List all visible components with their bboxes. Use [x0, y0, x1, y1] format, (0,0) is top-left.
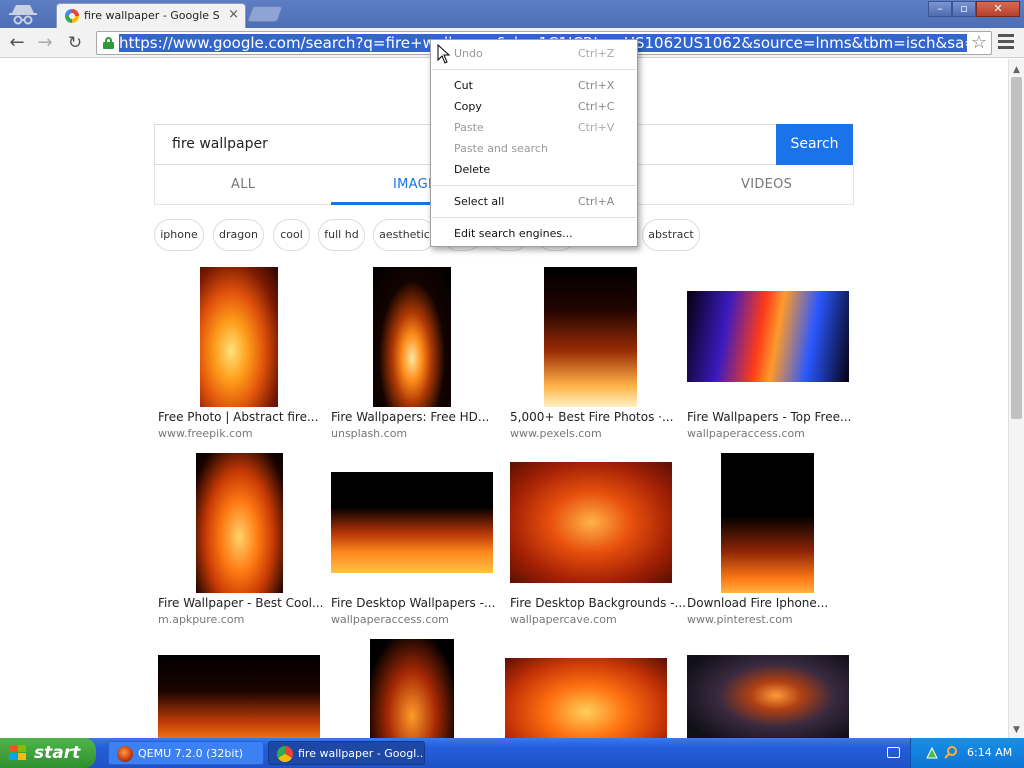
result-source: wallpapercave.com	[510, 613, 617, 626]
menu-item-label: Delete	[454, 163, 491, 176]
menu-item-select-all[interactable]: Select all Ctrl+A	[431, 191, 637, 212]
bookmark-star-icon[interactable]: ☆	[971, 33, 987, 53]
scroll-up-arrow-icon[interactable]: ▲	[1013, 65, 1020, 75]
mouse-pointer-icon	[437, 44, 451, 64]
menu-item-shortcut: Ctrl+Z	[578, 47, 615, 60]
chip-cool[interactable]: cool	[273, 219, 310, 251]
result-title[interactable]: Free Photo | Abstract fire...	[158, 410, 318, 424]
menu-separator	[432, 69, 636, 70]
search-tray-icon[interactable]	[944, 745, 958, 759]
scrollbar-thumb[interactable]	[1011, 77, 1022, 419]
menu-item-copy[interactable]: Copy Ctrl+C	[431, 96, 637, 117]
qemu-icon	[117, 746, 133, 762]
chip-aesthetic[interactable]: aesthetic	[373, 219, 436, 251]
tab-title: fire wallpaper - Google Search	[84, 9, 219, 22]
minimize-button[interactable]: –	[928, 1, 952, 17]
result-thumbnail[interactable]	[544, 267, 637, 407]
incognito-icon	[9, 5, 37, 25]
menu-item-delete[interactable]: Delete	[431, 159, 637, 180]
google-favicon-icon	[65, 9, 79, 23]
result-title[interactable]: Fire Desktop Backgrounds -...	[510, 596, 686, 610]
menu-separator	[432, 217, 636, 218]
menu-item-shortcut: Ctrl+V	[578, 121, 615, 134]
menu-item-label: Undo	[454, 47, 483, 60]
result-thumbnail[interactable]	[510, 462, 672, 583]
menu-item-label: Select all	[454, 195, 505, 208]
result-source: www.pinterest.com	[687, 613, 793, 626]
scroll-down-arrow-icon[interactable]: ▼	[1013, 725, 1020, 735]
menu-item-shortcut: Ctrl+C	[578, 100, 615, 113]
network-icon[interactable]	[925, 746, 939, 760]
tab-videos[interactable]: VIDEOS	[741, 177, 792, 192]
menu-item-undo[interactable]: Undo Ctrl+Z	[431, 43, 637, 64]
taskbar-item-label: QEMU 7.2.0 (32bit)	[138, 747, 244, 760]
menu-item-label: Edit search engines...	[454, 227, 573, 240]
chip-iphone[interactable]: iphone	[154, 219, 204, 251]
menu-item-label: Paste	[454, 121, 484, 134]
result-thumbnail[interactable]	[370, 639, 454, 738]
new-tab-button[interactable]	[247, 6, 283, 22]
chip-dragon[interactable]: dragon	[213, 219, 264, 251]
start-label: start	[34, 743, 81, 763]
windows-taskbar: start QEMU 7.2.0 (32bit) fire wallpaper …	[0, 738, 1024, 768]
menu-item-paste[interactable]: Paste Ctrl+V	[431, 117, 637, 138]
result-thumbnail[interactable]	[200, 267, 278, 407]
result-source: www.pexels.com	[510, 427, 602, 440]
taskbar-item-chrome[interactable]: fire wallpaper - Googl...	[268, 741, 425, 765]
result-title[interactable]: Fire Wallpaper - Best Cool...	[158, 596, 323, 610]
menu-separator	[432, 185, 636, 186]
result-source: wallpaperaccess.com	[331, 613, 449, 626]
result-source: m.apkpure.com	[158, 613, 245, 626]
chip-full-hd[interactable]: full hd	[318, 219, 365, 251]
forward-arrow-icon[interactable]: →	[34, 32, 56, 54]
menu-item-paste-and-search[interactable]: Paste and search	[431, 138, 637, 159]
menu-item-label: Copy	[454, 100, 482, 113]
tab-close-icon[interactable]: ×	[228, 7, 239, 22]
menu-item-shortcut: Ctrl+A	[578, 195, 615, 208]
result-thumbnail[interactable]	[331, 472, 493, 573]
result-source: www.freepik.com	[158, 427, 253, 440]
result-title[interactable]: Fire Wallpapers - Top Free...	[687, 410, 851, 424]
vertical-scrollbar[interactable]: ▲ ▼	[1008, 59, 1024, 738]
back-arrow-icon[interactable]: ←	[6, 32, 28, 54]
search-query-text: fire wallpaper	[172, 136, 268, 152]
keyboard-icon[interactable]	[887, 747, 900, 758]
clock: 6:14 AM	[967, 746, 1013, 759]
close-window-button[interactable]: ✕	[976, 1, 1020, 17]
chrome-menu-icon[interactable]	[998, 34, 1014, 50]
result-thumbnail[interactable]	[721, 453, 814, 593]
result-thumbnail[interactable]	[373, 267, 451, 407]
result-title[interactable]: Fire Desktop Wallpapers -...	[331, 596, 495, 610]
chip-abstract[interactable]: abstract	[642, 219, 700, 251]
result-thumbnail[interactable]	[687, 655, 849, 738]
result-source: wallpaperaccess.com	[687, 427, 805, 440]
tab-active[interactable]: fire wallpaper - Google Search ×	[56, 3, 246, 28]
maximize-button[interactable]: ▫	[952, 1, 976, 17]
search-button[interactable]: Search	[776, 124, 853, 165]
result-source: unsplash.com	[331, 427, 408, 440]
result-title[interactable]: Download Fire Iphone...	[687, 596, 828, 610]
menu-item-label: Paste and search	[454, 142, 548, 155]
menu-item-cut[interactable]: Cut Ctrl+X	[431, 75, 637, 96]
chrome-icon	[277, 746, 293, 762]
reload-icon[interactable]: ↻	[64, 32, 86, 54]
menu-item-shortcut: Ctrl+X	[578, 79, 615, 92]
menu-item-label: Cut	[454, 79, 473, 92]
result-thumbnail[interactable]	[505, 658, 667, 738]
lock-icon	[103, 37, 114, 49]
start-button[interactable]: start	[0, 738, 96, 768]
windows-flag-icon	[9, 745, 27, 761]
result-thumbnail[interactable]	[158, 655, 320, 738]
tab-all[interactable]: ALL	[231, 177, 255, 192]
result-thumbnail[interactable]	[196, 453, 283, 593]
context-menu: Undo Ctrl+Z Cut Ctrl+X Copy Ctrl+C Paste…	[430, 39, 638, 247]
result-title[interactable]: Fire Wallpapers: Free HD...	[331, 410, 489, 424]
menu-item-edit-search-engines[interactable]: Edit search engines...	[431, 223, 637, 244]
system-tray: 6:14 AM	[910, 738, 1024, 768]
browser-titlebar: fire wallpaper - Google Search × – ▫ ✕	[0, 0, 1024, 28]
result-thumbnail[interactable]	[687, 291, 849, 382]
taskbar-item-qemu[interactable]: QEMU 7.2.0 (32bit)	[108, 741, 264, 765]
taskbar-item-label: fire wallpaper - Googl...	[298, 747, 425, 760]
result-title[interactable]: 5,000+ Best Fire Photos ·...	[510, 410, 673, 424]
